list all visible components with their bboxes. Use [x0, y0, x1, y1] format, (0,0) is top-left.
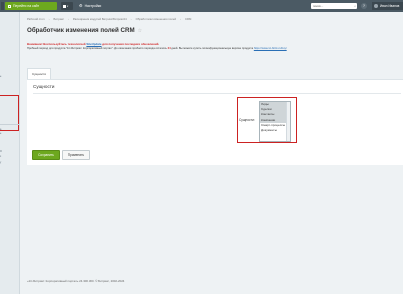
breadcrumb-item[interactable]: CRM [185, 17, 191, 21]
left-menu-item[interactable]: с [0, 155, 1, 158]
search-placeholder: поиск... [313, 4, 324, 8]
breadcrumb-item[interactable]: Битрикс [54, 17, 64, 21]
search-input[interactable]: поиск... ⌕ [311, 3, 357, 9]
left-menu-item[interactable]: e [0, 75, 1, 78]
tab-entities[interactable]: Сущности [27, 68, 51, 79]
breadcrumb-item[interactable]: Обработчики изменения полей [136, 17, 176, 21]
buy-link[interactable]: https://www.1c-bitrix.ru/buy/ [254, 47, 287, 50]
save-button[interactable]: Сохранить [32, 150, 60, 160]
settings-label: Настройки [84, 4, 102, 8]
search-icon: ⌕ [354, 4, 356, 8]
footer-copyright: «1С-Битрикс: Корпоративный портал» 24.30… [27, 279, 125, 283]
section-divider [33, 93, 401, 94]
left-menu-divider [0, 124, 19, 125]
trial-notice: Пробный период для продукта "1С-Битрикс:… [27, 47, 287, 50]
go-to-site-button[interactable]: Перейти на сайт [5, 2, 57, 10]
breadcrumb-separator: › [180, 17, 181, 21]
settings-button[interactable]: ⚙ Настройки [79, 2, 101, 10]
breadcrumb-item[interactable]: Рабочий стол [27, 17, 45, 21]
notifications-button[interactable]: ▾ [61, 2, 73, 10]
chevron-down-icon: ▾ [67, 5, 69, 8]
breadcrumb-separator: › [130, 17, 132, 21]
menu-toggle-button[interactable] [1, 2, 4, 10]
settings-form: Сущности Сущности: Лиды Сделки Контакты … [27, 79, 403, 165]
left-menu-item[interactable]: а [0, 128, 1, 131]
home-icon [8, 4, 11, 8]
trial-text: Пробный период для продукта "1С-Битрикс:… [27, 47, 168, 50]
siteupdate-link[interactable]: SiteUpdate [86, 42, 101, 46]
help-button[interactable]: ? [361, 3, 367, 9]
entities-multiselect[interactable]: Лиды Сделки Контакты Компании Смарт-проц… [259, 101, 291, 142]
notifications-icon [63, 4, 66, 8]
page-title-text: Обработчик изменения полей CRM [27, 27, 135, 34]
notice-text: Внимание! Воспользуйтесь технологией [27, 42, 87, 46]
update-notice: Внимание! Воспользуйтесь технологией Sit… [27, 42, 159, 46]
entities-field-label: Сущности: [239, 118, 255, 122]
star-icon[interactable]: ☆ [138, 28, 142, 34]
page-title: Обработчик изменения полей CRM ☆ [27, 27, 142, 34]
user-menu[interactable]: Иван Иванов [372, 2, 403, 10]
left-menu-item[interactable]: у [0, 161, 1, 164]
left-menu-panel: e а е О с у [0, 12, 20, 294]
breadcrumb-separator: › [67, 17, 69, 21]
list-scrollbar[interactable] [286, 102, 290, 141]
user-name: Иван Иванов [380, 4, 400, 8]
breadcrumb-item[interactable]: Расширения модулей Битрикс/Битрикс24 [73, 17, 127, 21]
notice-text: для получения последних обновлений. [101, 42, 160, 46]
avatar [374, 4, 378, 9]
left-menu-active-highlight [0, 95, 19, 131]
gear-icon: ⚙ [79, 3, 83, 8]
apply-button[interactable]: Применить [62, 150, 90, 160]
top-panel: Перейти на сайт ▾ ⚙ Настройки поиск... ⌕ … [0, 0, 403, 12]
trial-text: дней. Вы можете купить полнофункциональн… [170, 47, 254, 50]
left-menu-item[interactable]: е [0, 132, 1, 135]
left-menu-item[interactable]: О [0, 150, 2, 153]
go-to-site-label: Перейти на сайт [13, 4, 40, 8]
breadcrumb: Рабочий стол › Битрикс › Расширения модулей … [27, 17, 191, 21]
breadcrumb-separator: › [48, 17, 50, 21]
section-heading: Сущности [33, 84, 55, 89]
